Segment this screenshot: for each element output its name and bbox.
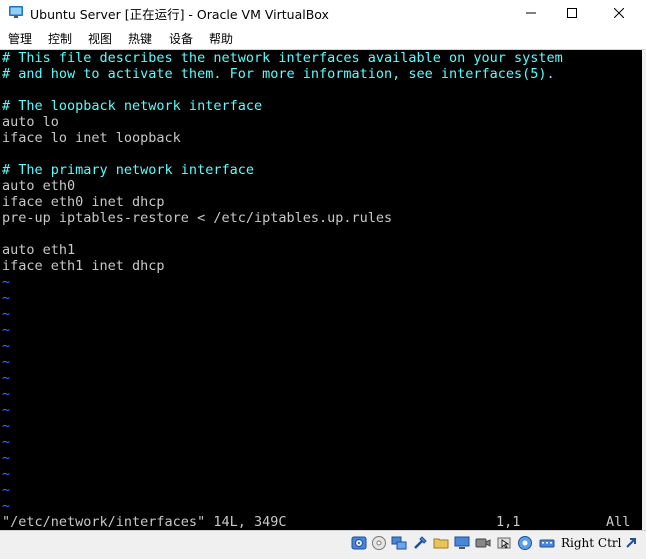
host-key-arrow-icon (626, 538, 636, 548)
vim-status-file: "/etc/network/interfaces" 14L, 349C (2, 514, 287, 530)
config-line: auto eth1 (2, 242, 76, 258)
vim-empty-line-marker: ~ (2, 402, 11, 418)
config-comment-line: # The primary network interface (2, 162, 254, 178)
vim-empty-line-marker: ~ (2, 418, 11, 434)
vim-empty-line-marker: ~ (2, 370, 11, 386)
config-line: iface lo inet loopback (2, 130, 181, 146)
vim-empty-line-marker: ~ (2, 338, 11, 354)
vim-empty-line-marker: ~ (2, 498, 11, 514)
menu-control[interactable]: 控制 (48, 30, 72, 47)
close-icon (614, 7, 624, 18)
window-edge (642, 50, 646, 530)
config-line: iface eth1 inet dhcp (2, 258, 165, 274)
vim-empty-line-marker: ~ (2, 290, 11, 306)
vim-empty-line-marker: ~ (2, 306, 11, 322)
config-line: auto lo (2, 114, 59, 130)
usb-icon[interactable] (412, 535, 428, 551)
vim-empty-line-marker: ~ (2, 274, 11, 290)
keyboard-icon[interactable] (539, 535, 555, 551)
close-button[interactable] (596, 0, 642, 25)
vim-empty-line-marker: ~ (2, 466, 11, 482)
menu-hotkeys[interactable]: 热键 (128, 30, 152, 47)
vim-empty-line-marker: ~ (2, 322, 11, 338)
host-key-label: Right Ctrl (561, 536, 622, 550)
menu-devices[interactable]: 设备 (169, 30, 193, 47)
vim-empty-line-marker: ~ (2, 482, 11, 498)
vim-empty-line-marker: ~ (2, 386, 11, 402)
config-line: iface eth0 inet dhcp (2, 194, 165, 210)
vim-status-scroll: All (606, 514, 631, 530)
virtualbox-icon (9, 6, 23, 18)
hard-disk-icon[interactable] (351, 535, 367, 551)
config-comment-line: # This file describes the network interf… (2, 50, 563, 66)
maximize-button[interactable] (549, 0, 595, 25)
menu-machine[interactable]: 管理 (8, 30, 32, 47)
config-comment-line: # The loopback network interface (2, 98, 263, 114)
vm-status-bar: Right Ctrl (0, 530, 646, 559)
vim-status-cursor-position: 1,1 (496, 514, 521, 530)
maximize-icon (567, 7, 577, 18)
config-line: auto eth0 (2, 178, 76, 194)
menu-view[interactable]: 视图 (88, 30, 112, 47)
optical-drive-icon[interactable] (371, 535, 387, 551)
vim-empty-line-marker: ~ (2, 450, 11, 466)
window-title: Ubuntu Server [正在运行] - Oracle VM Virtual… (30, 7, 329, 22)
display-icon[interactable] (454, 535, 470, 551)
menu-help[interactable]: 帮助 (209, 30, 233, 47)
vm-console-screen[interactable]: "/etc/network/interfaces" 14L, 349C 1,1 … (0, 50, 642, 530)
video-capture-icon[interactable] (475, 535, 491, 551)
vim-empty-line-marker: ~ (2, 434, 11, 450)
cpu-icon[interactable] (517, 535, 533, 551)
mouse-integration-icon[interactable] (496, 535, 512, 551)
title-bar: Ubuntu Server [正在运行] - Oracle VM Virtual… (0, 0, 646, 25)
config-comment-line: # and how to activate them. For more inf… (2, 66, 555, 82)
minimize-button[interactable] (508, 0, 554, 25)
shared-folders-icon[interactable] (433, 535, 449, 551)
network-icon[interactable] (391, 535, 407, 551)
menu-bar: 管理 控制 视图 热键 设备 帮助 (0, 25, 646, 50)
minimize-icon (526, 12, 536, 13)
config-line: pre-up iptables-restore < /etc/iptables.… (2, 210, 393, 226)
vim-empty-line-marker: ~ (2, 354, 11, 370)
